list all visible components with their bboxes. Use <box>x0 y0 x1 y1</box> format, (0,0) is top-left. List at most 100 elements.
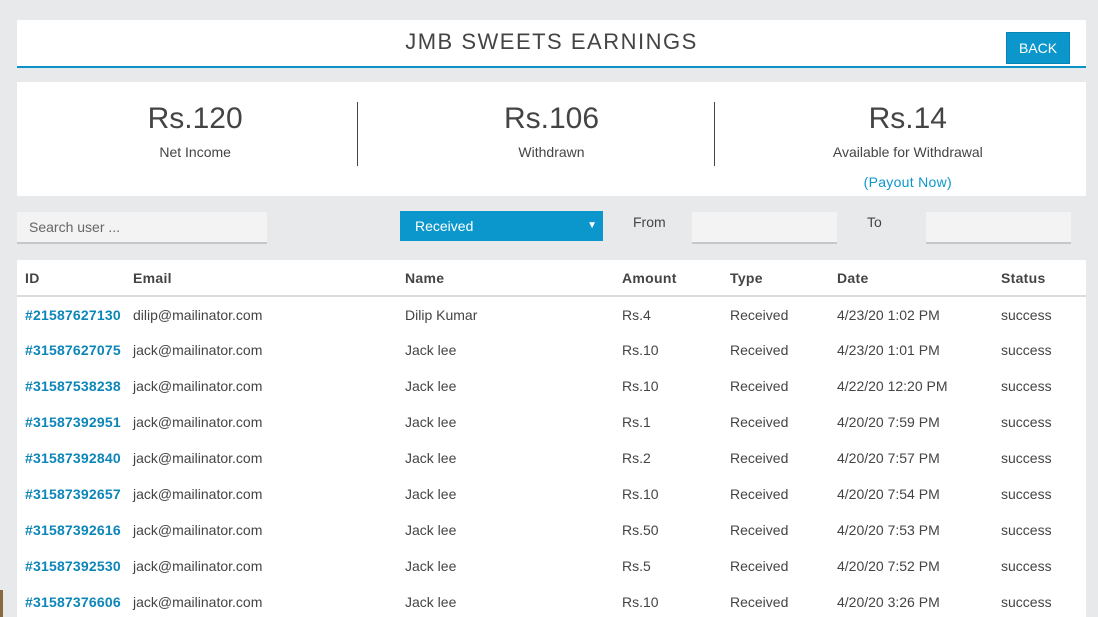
stat-divider <box>357 102 358 166</box>
amount-cell: Rs.50 <box>622 522 659 538</box>
type-cell: Received <box>730 414 789 430</box>
type-cell: Received <box>730 594 789 610</box>
date-cell: 4/20/20 7:59 PM <box>837 414 940 430</box>
type-cell: Received <box>730 558 789 574</box>
from-date-input[interactable] <box>692 212 837 244</box>
date-cell: 4/20/20 7:53 PM <box>837 522 940 538</box>
name-cell: Jack lee <box>405 558 457 574</box>
column-header[interactable]: Status <box>1001 260 1086 297</box>
stat-label: Available for Withdrawal <box>832 144 983 160</box>
table-row: #31587392951 jack@mailinator.com Jack le… <box>17 404 1086 440</box>
type-cell: Received <box>730 522 789 538</box>
table-row: #31587627075 jack@mailinator.com Jack le… <box>17 332 1086 368</box>
email-cell: jack@mailinator.com <box>133 558 263 574</box>
status-cell: success <box>1001 450 1052 466</box>
transaction-id-link[interactable]: #31587627075 <box>17 332 133 368</box>
to-label: To <box>867 214 882 230</box>
search-input[interactable] <box>17 212 267 244</box>
column-header[interactable]: Email <box>133 260 405 297</box>
column-header[interactable]: ID <box>17 260 133 297</box>
stat-divider <box>714 102 715 166</box>
chevron-down-icon: ▼ <box>587 220 597 231</box>
email-cell: jack@mailinator.com <box>133 378 263 394</box>
table-header-row: ID Email Name Amount Type Date Status <box>17 260 1086 297</box>
column-header[interactable]: Date <box>837 260 1001 297</box>
date-cell: 4/20/20 7:52 PM <box>837 558 940 574</box>
page-header: JMB SWEETS EARNINGS BACK <box>17 20 1086 68</box>
email-cell: jack@mailinator.com <box>133 486 263 502</box>
amount-cell: Rs.1 <box>622 414 651 430</box>
date-cell: 4/20/20 7:57 PM <box>837 450 940 466</box>
header-gap <box>17 68 1086 82</box>
earnings-panel: JMB SWEETS EARNINGS BACK Rs.120 Net Inco… <box>17 20 1086 617</box>
amount-cell: Rs.4 <box>622 306 651 323</box>
email-cell: jack@mailinator.com <box>133 414 263 430</box>
column-header[interactable]: Type <box>730 260 837 297</box>
name-cell: Dilip Kumar <box>405 306 478 323</box>
stat-label: Net Income <box>159 144 231 160</box>
table-row: #31587392616 jack@mailinator.com Jack le… <box>17 512 1086 548</box>
transaction-id-link[interactable]: #31587392951 <box>17 404 133 440</box>
page-title: JMB SWEETS EARNINGS <box>405 29 698 54</box>
from-label: From <box>633 214 666 230</box>
date-cell: 4/20/20 7:54 PM <box>837 486 940 502</box>
type-cell: Received <box>730 306 789 323</box>
name-cell: Jack lee <box>405 378 457 394</box>
earnings-table: ID Email Name Amount Type Date Status #2… <box>17 260 1086 617</box>
status-cell: success <box>1001 558 1052 574</box>
table-row: #31587538238 jack@mailinator.com Jack le… <box>17 368 1086 404</box>
stat-label: Withdrawn <box>518 144 585 160</box>
status-cell: success <box>1001 522 1052 538</box>
status-cell: success <box>1001 486 1052 502</box>
name-cell: Jack lee <box>405 522 457 538</box>
name-cell: Jack lee <box>405 594 457 610</box>
transaction-id-link[interactable]: #31587538238 <box>17 368 133 404</box>
to-date-input[interactable] <box>926 212 1071 244</box>
stat-net-income: Rs.120 Net Income <box>17 82 373 196</box>
transaction-id-link[interactable]: #31587376606 <box>17 584 133 617</box>
transaction-id-link[interactable]: #31587392657 <box>17 476 133 512</box>
status-cell: success <box>1001 414 1052 430</box>
amount-cell: Rs.10 <box>622 378 659 394</box>
status-cell: success <box>1001 342 1052 358</box>
amount-cell: Rs.2 <box>622 450 651 466</box>
stat-value: Rs.120 <box>147 102 243 135</box>
column-header[interactable]: Name <box>405 260 622 297</box>
email-cell: dilip@mailinator.com <box>133 306 263 323</box>
transaction-id-link[interactable]: #31587392530 <box>17 548 133 584</box>
type-select[interactable]: Received ▼ <box>400 211 603 241</box>
type-cell: Received <box>730 486 789 502</box>
stats-summary: Rs.120 Net Income Rs.106 Withdrawn Rs.14… <box>17 82 1086 196</box>
transaction-id-link[interactable]: #31587392840 <box>17 440 133 476</box>
payout-now-link[interactable]: (Payout Now) <box>864 174 952 190</box>
amount-cell: Rs.10 <box>622 342 659 358</box>
type-cell: Received <box>730 450 789 466</box>
transaction-id-link[interactable]: #31587392616 <box>17 512 133 548</box>
table-row: #31587392530 jack@mailinator.com Jack le… <box>17 548 1086 584</box>
date-cell: 4/23/20 1:01 PM <box>837 342 940 358</box>
table-row: #21587627130 dilip@mailinator.com Dilip … <box>17 296 1086 332</box>
date-cell: 4/23/20 1:02 PM <box>837 306 940 323</box>
window-edge <box>0 590 3 617</box>
transaction-id-link[interactable]: #21587627130 <box>17 296 133 332</box>
table-row: #31587392840 jack@mailinator.com Jack le… <box>17 440 1086 476</box>
name-cell: Jack lee <box>405 486 457 502</box>
email-cell: jack@mailinator.com <box>133 522 263 538</box>
amount-cell: Rs.5 <box>622 558 651 574</box>
table-row: #31587392657 jack@mailinator.com Jack le… <box>17 476 1086 512</box>
type-cell: Received <box>730 342 789 358</box>
status-cell: success <box>1001 306 1052 323</box>
column-header[interactable]: Amount <box>622 260 730 297</box>
table-row: #31587376606 jack@mailinator.com Jack le… <box>17 584 1086 617</box>
type-select-value: Received <box>415 218 474 234</box>
email-cell: jack@mailinator.com <box>133 594 263 610</box>
back-button[interactable]: BACK <box>1006 32 1070 64</box>
date-cell: 4/22/20 12:20 PM <box>837 378 948 394</box>
status-cell: success <box>1001 378 1052 394</box>
name-cell: Jack lee <box>405 450 457 466</box>
stat-value: Rs.106 <box>503 102 600 135</box>
email-cell: jack@mailinator.com <box>133 342 263 358</box>
status-cell: success <box>1001 594 1052 610</box>
amount-cell: Rs.10 <box>622 594 659 610</box>
stat-available: Rs.14 Available for Withdrawal (Payout N… <box>730 82 1086 196</box>
